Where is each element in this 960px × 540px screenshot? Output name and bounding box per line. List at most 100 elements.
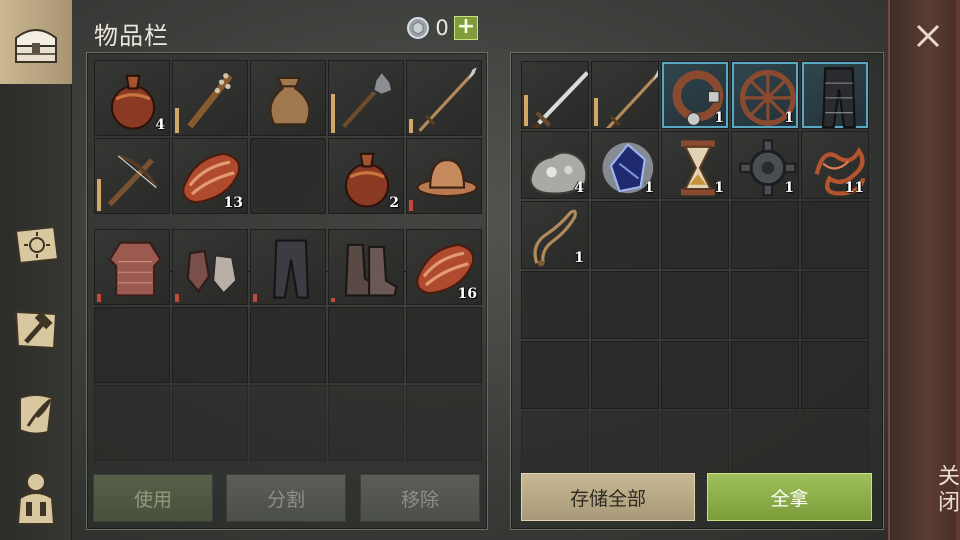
empty-slot[interactable]	[801, 271, 869, 339]
quill-scroll-icon	[19, 394, 54, 435]
spiked-club-icon	[187, 73, 233, 129]
item-quantity: 1	[714, 180, 724, 196]
empty-slot[interactable]	[94, 307, 170, 383]
item-slot[interactable]	[172, 60, 248, 136]
item-quantity: 1	[714, 110, 724, 126]
empty-slot[interactable]	[661, 411, 729, 479]
empty-slot[interactable]	[801, 201, 869, 269]
empty-slot[interactable]	[591, 271, 659, 339]
empty-slot[interactable]	[328, 307, 404, 383]
chest-icon	[15, 29, 57, 63]
item-slot[interactable]	[801, 61, 869, 129]
item-slot[interactable]	[406, 138, 482, 214]
use-button[interactable]: 使用	[93, 474, 213, 522]
spear-icon	[605, 70, 658, 128]
durability-bar	[594, 98, 598, 126]
longsword-icon	[530, 71, 588, 128]
item-slot[interactable]	[328, 60, 404, 136]
crossbow-icon	[107, 154, 158, 207]
empty-slot[interactable]	[661, 271, 729, 339]
durability-bar	[331, 298, 335, 302]
empty-slot[interactable]	[731, 341, 799, 409]
spear-icon	[418, 67, 477, 132]
item-quantity: 1	[644, 180, 654, 196]
empty-slot[interactable]	[591, 341, 659, 409]
item-slot[interactable]	[328, 229, 404, 305]
page-title: 物品栏	[94, 22, 169, 50]
chainmail-shirt-icon	[108, 241, 162, 297]
empty-slot[interactable]	[801, 411, 869, 479]
silver-coin-icon	[407, 17, 429, 39]
item-quantity: 4	[574, 180, 584, 196]
empty-slot[interactable]	[591, 411, 659, 479]
item-slot[interactable]: 4	[521, 131, 589, 199]
close-button[interactable]: 关闭	[890, 450, 960, 530]
tab-crafting[interactable]	[0, 202, 72, 288]
empty-slot[interactable]	[801, 341, 869, 409]
item-slot[interactable]	[250, 60, 326, 136]
item-slot[interactable]	[591, 61, 659, 129]
sack-icon	[269, 76, 311, 126]
item-slot[interactable]	[250, 229, 326, 305]
tab-building[interactable]	[0, 288, 72, 372]
empty-slot[interactable]	[521, 271, 589, 339]
split-button[interactable]: 分割	[226, 474, 346, 522]
empty-slot[interactable]	[250, 138, 326, 214]
empty-slot[interactable]	[731, 271, 799, 339]
empty-slot[interactable]	[406, 385, 482, 461]
empty-slot[interactable]	[172, 385, 248, 461]
sidebar	[0, 0, 72, 540]
item-slot[interactable]: 1	[731, 131, 799, 199]
item-slot[interactable]: 1	[731, 61, 799, 129]
item-quantity: 1	[784, 110, 794, 126]
empty-slot[interactable]	[731, 411, 799, 479]
item-slot[interactable]: 1	[591, 131, 659, 199]
item-slot[interactable]: 1	[661, 131, 729, 199]
empty-slot[interactable]	[521, 341, 589, 409]
tab-quests[interactable]	[0, 372, 72, 456]
remove-button[interactable]: 移除	[360, 474, 480, 522]
container-grid: 1 1 4 1 1 1 11 1	[521, 61, 869, 479]
item-slot[interactable]: 11	[801, 131, 869, 199]
empty-slot[interactable]	[731, 201, 799, 269]
tab-inventory[interactable]	[0, 0, 72, 84]
item-slot[interactable]	[94, 138, 170, 214]
durability-bar	[409, 200, 413, 211]
item-quantity: 16	[457, 286, 477, 302]
item-slot[interactable]: 13	[172, 138, 248, 214]
empty-slot[interactable]	[172, 307, 248, 383]
empty-slot[interactable]	[661, 201, 729, 269]
item-slot[interactable]: 2	[328, 138, 404, 214]
item-quantity: 1	[784, 180, 794, 196]
empty-slot[interactable]	[250, 385, 326, 461]
inventory-grid: 4 13 2	[94, 60, 482, 214]
item-slot[interactable]: 4	[94, 60, 170, 136]
currency-display: 0 +	[406, 16, 478, 40]
chainmail-gloves-icon	[186, 249, 238, 295]
close-icon[interactable]	[908, 16, 948, 56]
sun-book-icon	[14, 225, 60, 265]
item-slot[interactable]	[172, 229, 248, 305]
tab-character[interactable]	[0, 456, 72, 540]
item-slot[interactable]	[406, 60, 482, 136]
empty-slot[interactable]	[94, 385, 170, 461]
item-slot[interactable]: 16	[406, 229, 482, 305]
durability-bar	[97, 294, 101, 302]
empty-slot[interactable]	[328, 385, 404, 461]
store-all-button[interactable]: 存储全部	[521, 473, 695, 521]
empty-slot[interactable]	[661, 341, 729, 409]
item-slot[interactable]	[94, 229, 170, 305]
item-slot[interactable]: 1	[521, 201, 589, 269]
add-currency-button[interactable]: +	[454, 16, 478, 40]
item-quantity: 11	[844, 180, 864, 196]
item-slot[interactable]: 1	[661, 61, 729, 129]
item-quantity: 2	[389, 195, 399, 211]
take-all-button[interactable]: 全拿	[707, 473, 872, 521]
empty-slot[interactable]	[250, 307, 326, 383]
equipment-grid: 16	[94, 229, 482, 461]
empty-slot[interactable]	[406, 307, 482, 383]
empty-slot[interactable]	[591, 201, 659, 269]
item-slot[interactable]	[521, 61, 589, 129]
empty-slot[interactable]	[521, 411, 589, 479]
durability-bar	[524, 95, 528, 126]
